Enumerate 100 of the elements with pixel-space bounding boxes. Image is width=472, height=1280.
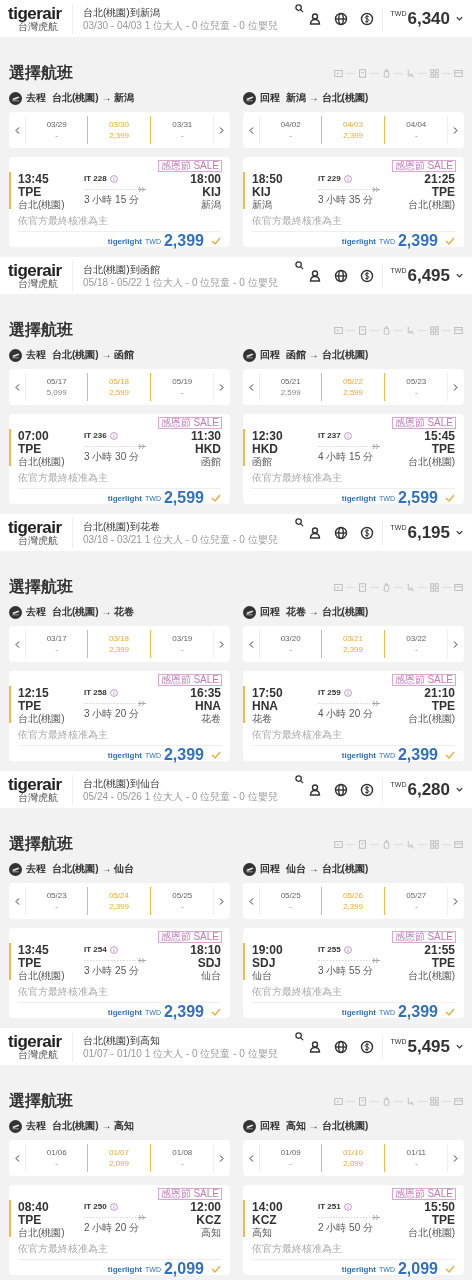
chevron-right-icon[interactable] (219, 126, 225, 134)
search-icon[interactable] (295, 4, 304, 13)
search-icon[interactable] (295, 518, 304, 527)
info-icon[interactable] (343, 689, 352, 697)
globe-icon[interactable] (333, 525, 348, 540)
chevron-right-icon[interactable] (453, 1154, 459, 1162)
currency-icon[interactable] (359, 782, 374, 797)
date-option[interactable]: 05/23 - (384, 373, 448, 401)
chevron-down-icon[interactable] (455, 14, 464, 23)
search-route[interactable]: 台北(桃園)到花卷 (83, 519, 295, 533)
search-icon[interactable] (295, 261, 304, 270)
search-route[interactable]: 台北(桃園)到函館 (83, 262, 295, 276)
date-option[interactable]: 03/22 - (384, 630, 448, 658)
leg-label: 回程 (260, 348, 280, 362)
date-option[interactable]: 05/27 - (384, 887, 448, 915)
date-option[interactable]: 05/21 2,599 (259, 373, 322, 401)
date-option[interactable]: 03/17 - (25, 630, 88, 658)
chevron-right-icon[interactable] (219, 897, 225, 905)
logo[interactable]: tigerair (8, 262, 62, 279)
date-option[interactable]: 05/23 - (25, 887, 88, 915)
user-icon[interactable] (307, 1039, 322, 1054)
date-option[interactable]: 03/19 - (150, 630, 214, 658)
currency-icon[interactable] (359, 525, 374, 540)
user-icon[interactable] (307, 268, 322, 283)
date-option[interactable]: 04/02 - (259, 116, 322, 144)
logo[interactable]: tigerair (8, 776, 62, 793)
chevron-left-icon[interactable] (248, 383, 254, 391)
search-route[interactable]: 台北(桃園)到新潟 (83, 5, 295, 19)
currency-icon[interactable] (359, 268, 374, 283)
chevron-left-icon[interactable] (248, 1154, 254, 1162)
fare-price: 2,399 (397, 1003, 438, 1021)
chevron-right-icon[interactable] (453, 126, 459, 134)
chevron-down-icon[interactable] (455, 271, 464, 280)
search-icon[interactable] (295, 1032, 304, 1041)
arrival-code: SDJ (197, 957, 221, 970)
date-option[interactable]: 03/31 - (150, 116, 214, 144)
globe-icon[interactable] (333, 11, 348, 26)
info-icon[interactable] (343, 175, 352, 183)
info-icon[interactable] (109, 1203, 118, 1211)
user-icon[interactable] (307, 525, 322, 540)
chevron-right-icon[interactable] (219, 640, 225, 648)
info-icon[interactable] (109, 689, 118, 697)
date-option[interactable]: 05/25 - (259, 887, 322, 915)
date-option[interactable]: 01/09 - (259, 1144, 322, 1172)
info-icon[interactable] (109, 175, 118, 183)
card-icon (454, 325, 463, 335)
departure-time: 12:15 (18, 687, 50, 700)
arrival-code: TPE (431, 1214, 455, 1227)
leg-label: 回程 (260, 1119, 280, 1133)
info-icon[interactable] (109, 946, 118, 954)
chevron-down-icon[interactable] (455, 1042, 464, 1051)
date-option[interactable]: 01/06 - (25, 1144, 88, 1172)
logo[interactable]: tigerair (8, 5, 62, 22)
globe-icon[interactable] (333, 782, 348, 797)
search-route[interactable]: 台北(桃園)到仙台 (83, 776, 295, 790)
luggage-icon (382, 325, 391, 335)
date-option[interactable]: 05/25 - (150, 887, 214, 915)
chevron-left-icon[interactable] (248, 126, 254, 134)
chevron-right-icon[interactable] (453, 383, 459, 391)
leg-route: 花卷 → 台北(桃園) (286, 605, 369, 619)
flight-path-drawing (84, 186, 148, 193)
seat-icon (406, 839, 415, 849)
ticket-icon (334, 839, 343, 849)
chevron-left-icon[interactable] (248, 897, 254, 905)
user-icon[interactable] (307, 782, 322, 797)
chevron-left-icon[interactable] (14, 126, 20, 134)
chevron-right-icon[interactable] (219, 383, 225, 391)
currency-icon[interactable] (359, 11, 374, 26)
date-option[interactable]: 01/08 - (150, 1144, 214, 1172)
globe-icon[interactable] (333, 268, 348, 283)
leg-route: 台北(桃園) → 高知 (52, 1119, 135, 1133)
currency-icon[interactable] (359, 1039, 374, 1054)
chevron-right-icon[interactable] (219, 1154, 225, 1162)
globe-icon[interactable] (333, 1039, 348, 1054)
logo[interactable]: tigerair (8, 519, 62, 536)
date-option[interactable]: 01/11 - (384, 1144, 448, 1172)
info-icon[interactable] (343, 946, 352, 954)
user-icon[interactable] (307, 11, 322, 26)
search-route[interactable]: 台北(桃園)到高知 (83, 1033, 295, 1047)
fare-brand: tigerlight (107, 493, 142, 503)
date-option[interactable]: 03/29 - (25, 116, 88, 144)
chevron-down-icon[interactable] (455, 528, 464, 537)
chevron-left-icon[interactable] (248, 640, 254, 648)
chevron-left-icon[interactable] (14, 1154, 20, 1162)
search-details: 03/30 - 04/03 1 位大人 - 0 位兒童 - 0 位嬰兒 (83, 18, 279, 32)
chevron-right-icon[interactable] (453, 897, 459, 905)
chevron-left-icon[interactable] (14, 897, 20, 905)
logo[interactable]: tigerair (8, 1033, 62, 1050)
date-option[interactable]: 05/19 - (150, 373, 214, 401)
date-option[interactable]: 03/20 - (259, 630, 322, 658)
info-icon[interactable] (109, 432, 118, 440)
chevron-left-icon[interactable] (14, 640, 20, 648)
chevron-right-icon[interactable] (453, 640, 459, 648)
date-option[interactable]: 04/04 - (384, 116, 448, 144)
chevron-left-icon[interactable] (14, 383, 20, 391)
date-option[interactable]: 05/17 5,099 (25, 373, 88, 401)
info-icon[interactable] (343, 1203, 352, 1211)
chevron-down-icon[interactable] (455, 785, 464, 794)
info-icon[interactable] (343, 432, 352, 440)
search-icon[interactable] (295, 775, 304, 784)
